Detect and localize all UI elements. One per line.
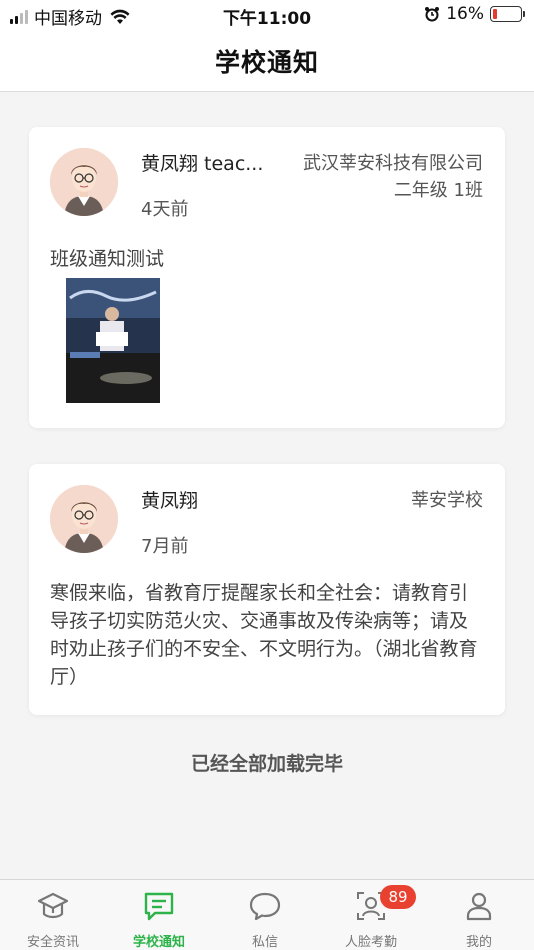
graduation-cap-icon: [37, 892, 69, 919]
avatar: [50, 485, 118, 553]
post-time: 4天前: [141, 199, 189, 220]
tab-label: 私信: [251, 935, 278, 950]
post-time: 7月前: [141, 536, 189, 557]
tab-face-attendance[interactable]: 89 人脸考勤: [318, 880, 424, 950]
tab-private-message[interactable]: 私信: [212, 880, 318, 950]
chat-bubble-icon: [249, 892, 281, 921]
battery-icon: [490, 6, 525, 22]
message-icon: [144, 892, 174, 921]
tab-bar: 安全资讯 学校通知 私信 89 人脸考勤 我的: [0, 879, 534, 950]
notice-card[interactable]: 黄凤翔 teac... 4天前 武汉莘安科技有限公司 二年级 1班 班级通知测试: [29, 127, 505, 428]
battery-percent: 16%: [446, 4, 484, 24]
notice-card[interactable]: 黄凤翔 7月前 莘安学校 寒假来临，省教育厅提醒家长和全社会：请教育引导孩子切实…: [29, 464, 505, 715]
teacher-avatar-icon: [50, 485, 118, 553]
tab-label: 人脸考勤: [344, 935, 397, 950]
alarm-icon: [425, 7, 440, 22]
status-bar: 中国移动 下午11:00 16%: [0, 0, 534, 30]
photo-thumbnail-icon: [66, 278, 160, 403]
tab-mine[interactable]: 我的: [424, 880, 534, 950]
notice-body: 寒假来临，省教育厅提醒家长和全社会：请教育引导孩子切实防范火灾、交通事故及传染病…: [50, 582, 478, 688]
nav-header: 学校通知: [0, 30, 534, 92]
battery-level: [493, 9, 498, 19]
tab-label: 我的: [465, 935, 492, 950]
notice-body: 班级通知测试: [50, 248, 165, 270]
tab-safety-news[interactable]: 安全资讯: [0, 880, 106, 950]
page-title: 学校通知: [214, 47, 319, 77]
class-name: 二年级 1班: [393, 180, 483, 201]
author-name: 黄凤翔: [141, 490, 199, 512]
person-icon: [466, 892, 492, 921]
tab-label: 学校通知: [132, 935, 185, 950]
tab-label: 安全资讯: [26, 935, 79, 950]
status-right: 16%: [424, 4, 525, 24]
tab-school-notice[interactable]: 学校通知: [106, 880, 212, 950]
organization-name: 莘安学校: [411, 490, 483, 511]
notification-badge: 89: [380, 885, 416, 909]
organization-name: 武汉莘安科技有限公司: [303, 153, 483, 174]
avatar: [50, 148, 118, 216]
load-complete-text: 已经全部加载完毕: [190, 753, 343, 775]
teacher-avatar-icon: [50, 148, 118, 216]
author-name: 黄凤翔 teac...: [141, 153, 264, 175]
attachment-image[interactable]: [66, 278, 160, 403]
